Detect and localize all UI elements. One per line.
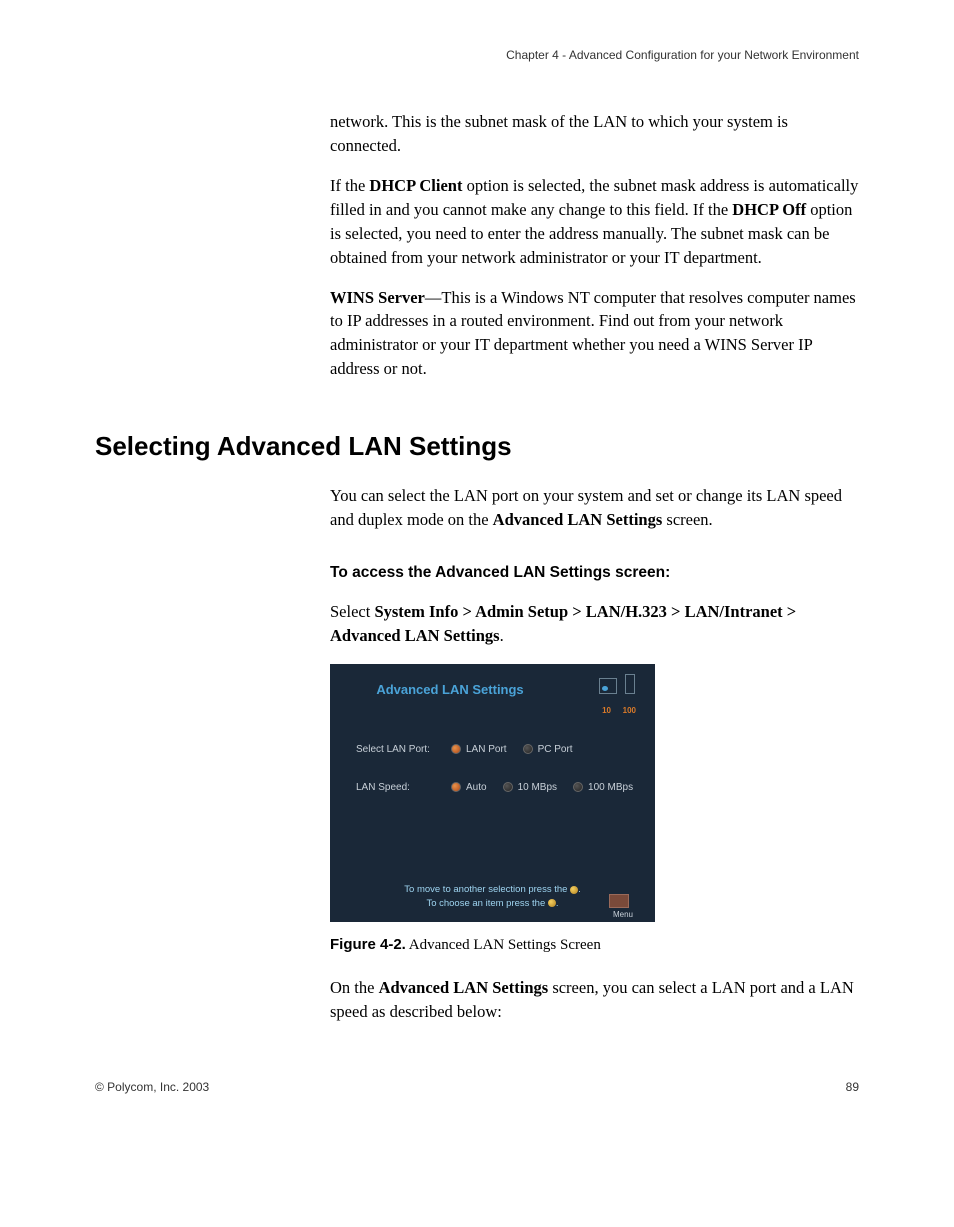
footer-line2: To choose an item press the [426,898,547,909]
tower-icon [625,674,635,694]
lan-port-radio[interactable]: LAN Port [451,744,507,755]
speed-10-option: 10 MBps [518,782,557,793]
select-ball-icon [548,899,556,907]
radio-selected-icon [451,744,461,754]
bold-dhcp-off: DHCP Off [732,200,806,219]
select-lan-port-row: Select LAN Port: LAN Port PC Port [356,744,589,755]
lan-speed-row: LAN Speed: Auto 10 MBps 100 MBps [356,782,649,793]
bold-advanced-lan-2: Advanced LAN Settings [379,978,549,997]
bold-wins-server: WINS Server [330,288,425,307]
page-number: 89 [846,1080,859,1094]
text: Select [330,602,374,621]
screenshot-footer: To move to another selection press the .… [330,883,655,910]
auto-radio[interactable]: Auto [451,782,487,793]
page-footer: © Polycom, Inc. 2003 89 [95,1080,859,1094]
bold-advanced-lan: Advanced LAN Settings [493,510,663,529]
pc-port-option: PC Port [538,744,573,755]
text: If the [330,176,369,195]
paragraph-intro: You can select the LAN port on your syst… [330,484,859,532]
figure-caption: Figure 4-2. Advanced LAN Settings Screen [330,936,859,954]
select-lan-port-label: Select LAN Port: [356,744,451,755]
radio-icon [503,782,513,792]
figure-number: Figure 4-2. [330,936,406,953]
section-heading: Selecting Advanced LAN Settings [95,431,859,462]
paragraph-wins: WINS Server—This is a Windows NT compute… [330,286,859,382]
paragraph-dhcp: If the DHCP Client option is selected, t… [330,174,859,270]
radio-selected-icon [451,782,461,792]
radio-icon [523,744,533,754]
access-heading: To access the Advanced LAN Settings scre… [330,564,859,582]
screenshot-title: Advanced LAN Settings [330,682,570,697]
speed-100-radio[interactable]: 100 MBps [573,782,633,793]
nav-ball-icon [570,886,578,894]
text: On the [330,978,379,997]
speed-100-label: 100 [623,706,636,715]
monitor-icon [599,678,617,694]
bold-nav-path: System Info > Admin Setup > LAN/H.323 > … [330,602,796,645]
menu-label: Menu [613,910,633,919]
auto-option: Auto [466,782,487,793]
copyright: © Polycom, Inc. 2003 [95,1080,209,1094]
bold-dhcp-client: DHCP Client [369,176,462,195]
footer-line1: To move to another selection press the [404,884,570,895]
speed-10-radio[interactable]: 10 MBps [503,782,557,793]
text: . [500,626,504,645]
pc-port-radio[interactable]: PC Port [523,744,573,755]
paragraph-closing: On the Advanced LAN Settings screen, you… [330,976,859,1024]
menu-icon[interactable] [609,894,629,908]
paragraph-path: Select System Info > Admin Setup > LAN/H… [330,600,859,648]
paragraph-subnet: network. This is the subnet mask of the … [330,110,859,158]
lan-port-option: LAN Port [466,744,507,755]
advanced-lan-settings-screenshot: Advanced LAN Settings 10 100 Select LAN … [330,664,655,922]
text: screen. [662,510,712,529]
figure-title: Advanced LAN Settings Screen [406,937,601,953]
radio-icon [573,782,583,792]
speed-100-option: 100 MBps [588,782,633,793]
device-icon [599,674,635,694]
speed-10-label: 10 [602,706,611,715]
lan-speed-label: LAN Speed: [356,782,451,793]
chapter-header: Chapter 4 - Advanced Configuration for y… [95,48,859,62]
